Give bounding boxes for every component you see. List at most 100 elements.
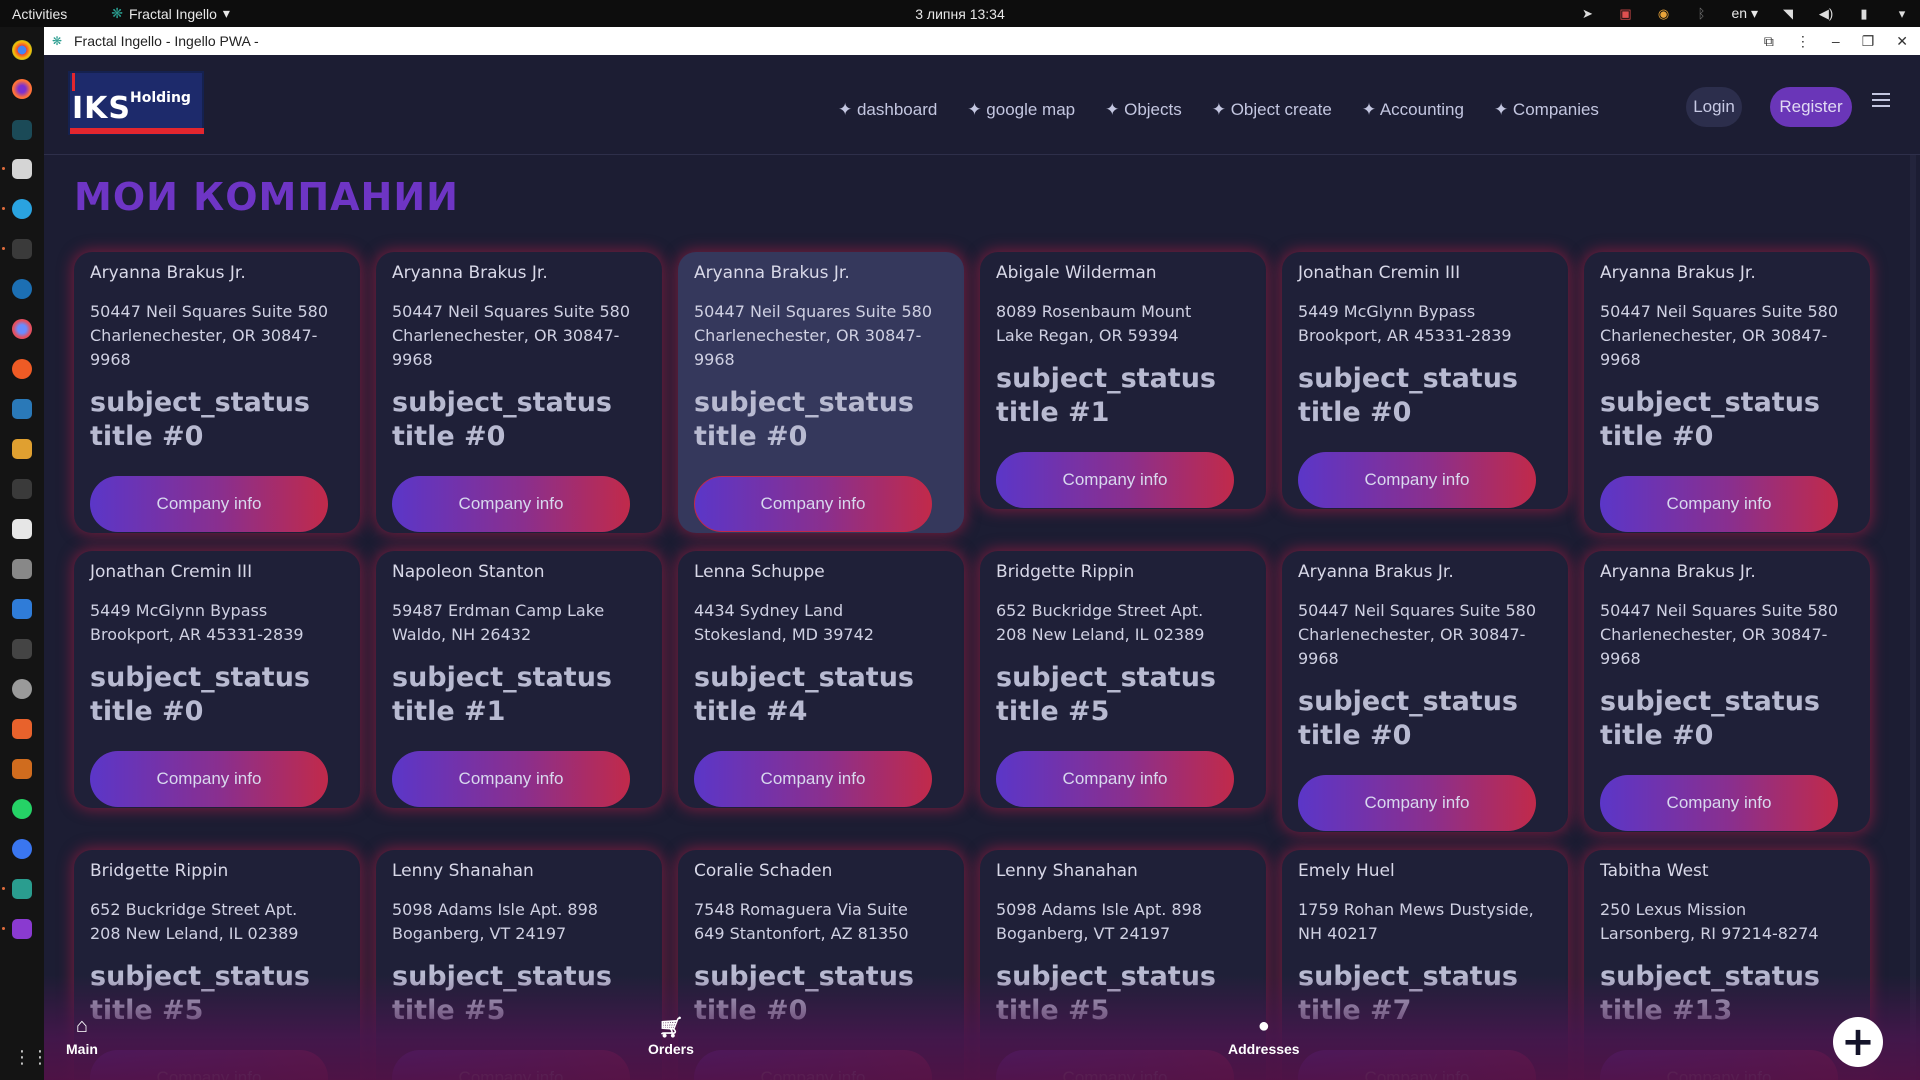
company-info-button[interactable]: Company info [694, 751, 932, 807]
bottom-nav-orders[interactable]: 🛒︎ Orders [648, 1015, 694, 1057]
status-label: subject_status [392, 662, 612, 693]
signal-dock-icon[interactable] [12, 839, 32, 859]
screenshot-dock-icon[interactable] [12, 919, 32, 939]
company-info-button[interactable]: Company info [694, 476, 932, 532]
system-tray[interactable]: ➤ ▣ ◉ ᛒ en ▾ ◥ ◀) ▮ ▾ [1580, 5, 1911, 22]
shield-dock-icon[interactable] [12, 759, 32, 779]
disk-dock-icon[interactable] [12, 679, 32, 699]
nav-google-map[interactable]: ✦ google map [967, 100, 1075, 120]
minimize-icon[interactable]: – [1832, 33, 1840, 49]
company-info-button[interactable]: Company info [1600, 476, 1838, 532]
settings-dock-icon[interactable] [12, 559, 32, 579]
chart-dock-icon[interactable] [12, 399, 32, 419]
arrow-dock-icon[interactable] [12, 120, 32, 140]
address-line: Stokesland, MD 39742 [694, 625, 874, 644]
company-card[interactable]: Bridgette Rippin 652 Buckridge Street Apt… [980, 551, 1266, 808]
chrome-tray-icon[interactable]: ◉ [1656, 6, 1672, 22]
notification-tray-icon[interactable]: ▣ [1618, 6, 1634, 22]
telegram-dock-icon[interactable] [12, 199, 32, 219]
infinity-dock-icon[interactable] [12, 279, 32, 299]
battery-icon[interactable]: ▮ [1856, 6, 1872, 22]
ingello-dock-icon[interactable] [12, 879, 32, 899]
files-dock-icon[interactable] [12, 159, 32, 179]
activities-button[interactable]: Activities [12, 6, 67, 22]
restore-icon[interactable]: ❐ [1862, 33, 1875, 50]
nav-objects[interactable]: ✦ Objects [1105, 100, 1182, 120]
company-card[interactable]: Jonathan Cremin III 5449 McGlynn Bypass Br… [1282, 252, 1568, 509]
bottom-nav-addresses[interactable]: ● Addresses [1228, 1015, 1300, 1057]
company-status: subject_status title #0 [90, 661, 344, 729]
main-nav: ✦ dashboard ✦ google map ✦ Objects ✦ Obj… [838, 100, 1599, 120]
telegram-tray-icon[interactable]: ➤ [1580, 6, 1596, 22]
company-address: 50447 Neil Squares Suite 580 Charleneches… [1298, 599, 1552, 671]
status-label: subject_status [1298, 961, 1518, 992]
nav-companies[interactable]: ✦ Companies [1494, 100, 1599, 120]
company-status: subject_status title #0 [1600, 685, 1854, 753]
terminal-dock-icon[interactable] [12, 239, 32, 259]
company-info-button[interactable]: Company info [996, 751, 1234, 807]
company-info-button[interactable]: Company info [1600, 775, 1838, 831]
whatsapp-dock-icon[interactable] [12, 799, 32, 819]
company-info-button[interactable]: Company info [392, 751, 630, 807]
company-card[interactable]: Aryanna Brakus Jr. 50447 Neil Squares Sui… [678, 252, 964, 533]
hamburger-menu-icon[interactable] [1872, 93, 1890, 107]
app-menu[interactable]: ❋ Fractal Ingello ▾ [111, 5, 230, 22]
bird-dock-icon[interactable] [12, 479, 32, 499]
company-info-button[interactable]: Company info [1298, 452, 1536, 508]
page-scrollbar[interactable] [1910, 155, 1916, 1080]
system-menu-chevron-icon[interactable]: ▾ [1894, 6, 1910, 22]
chromium-dock-icon[interactable] [12, 319, 32, 339]
register-button[interactable]: Register [1770, 87, 1852, 127]
company-card[interactable]: Aryanna Brakus Jr. 50447 Neil Squares Sui… [74, 252, 360, 533]
extensions-icon[interactable]: ⧉ [1764, 33, 1774, 50]
clock[interactable]: 3 липня 13:34 [915, 6, 1004, 22]
status-title: title #0 [1298, 397, 1412, 428]
company-info-button[interactable]: Company info [996, 452, 1234, 508]
system-top-bar: Activities ❋ Fractal Ingello ▾ 3 липня 1… [0, 0, 1920, 27]
close-icon[interactable]: ✕ [1896, 33, 1908, 50]
status-label: subject_status [996, 363, 1216, 394]
music-dock-icon[interactable] [12, 639, 32, 659]
more-menu-icon[interactable]: ⋮ [1796, 33, 1810, 50]
company-card[interactable]: Aryanna Brakus Jr. 50447 Neil Squares Sui… [1584, 551, 1870, 832]
status-label: subject_status [90, 387, 310, 418]
writer-dock-icon[interactable] [12, 599, 32, 619]
company-card[interactable]: Abigale Wilderman 8089 Rosenbaum Mount Lak… [980, 252, 1266, 509]
company-card[interactable]: Aryanna Brakus Jr. 50447 Neil Squares Sui… [1282, 551, 1568, 832]
company-owner-name: Abigale Wilderman [996, 263, 1157, 283]
volume-icon[interactable]: ◀) [1818, 6, 1834, 22]
chevron-down-icon: ▾ [222, 5, 230, 21]
firefox-dock-icon[interactable] [12, 79, 32, 99]
nav-accounting[interactable]: ✦ Accounting [1362, 100, 1464, 120]
company-card[interactable]: Napoleon Stanton 59487 Erdman Camp Lake Wa… [376, 551, 662, 808]
software-dock-icon[interactable] [12, 719, 32, 739]
company-address: 7548 Romaguera Via Suite 649 Stantonfort,… [694, 898, 948, 946]
company-info-button[interactable]: Company info [90, 751, 328, 807]
address-line: 208 New Leland, IL 02389 [90, 924, 299, 943]
iks-holding-logo[interactable]: IKS Holding [68, 71, 204, 135]
postman-dock-icon[interactable] [12, 359, 32, 379]
login-button[interactable]: Login [1686, 87, 1742, 127]
company-card[interactable]: Aryanna Brakus Jr. 50447 Neil Squares Sui… [376, 252, 662, 533]
address-line: Waldo, NH 26432 [392, 625, 532, 644]
company-owner-name: Jonathan Cremin III [90, 562, 253, 582]
nav-object-create[interactable]: ✦ Object create [1212, 100, 1332, 120]
home-icon: ⌂ [75, 1015, 88, 1037]
archive-dock-icon[interactable] [12, 439, 32, 459]
bluetooth-icon[interactable]: ᛒ [1694, 6, 1710, 22]
company-info-button[interactable]: Company info [90, 476, 328, 532]
company-card[interactable]: Lenna Schuppe 4434 Sydney Land Stokesland,… [678, 551, 964, 808]
slack-dock-icon[interactable] [12, 519, 32, 539]
company-address: 652 Buckridge Street Apt. 208 New Leland,… [996, 599, 1250, 647]
company-info-button[interactable]: Company info [392, 476, 630, 532]
nav-dashboard[interactable]: ✦ dashboard [838, 100, 937, 120]
chrome-dock-icon[interactable] [12, 40, 32, 60]
address-line: 9968 [1600, 350, 1641, 369]
company-card[interactable]: Jonathan Cremin III 5449 McGlynn Bypass Br… [74, 551, 360, 808]
language-indicator[interactable]: en ▾ [1732, 5, 1759, 22]
company-info-button[interactable]: Company info [1298, 775, 1536, 831]
bottom-nav-main[interactable]: ⌂ Main [66, 1015, 98, 1057]
company-card[interactable]: Aryanna Brakus Jr. 50447 Neil Squares Sui… [1584, 252, 1870, 533]
add-fab-button[interactable]: + [1833, 1017, 1883, 1067]
wifi-icon[interactable]: ◥ [1780, 6, 1796, 22]
